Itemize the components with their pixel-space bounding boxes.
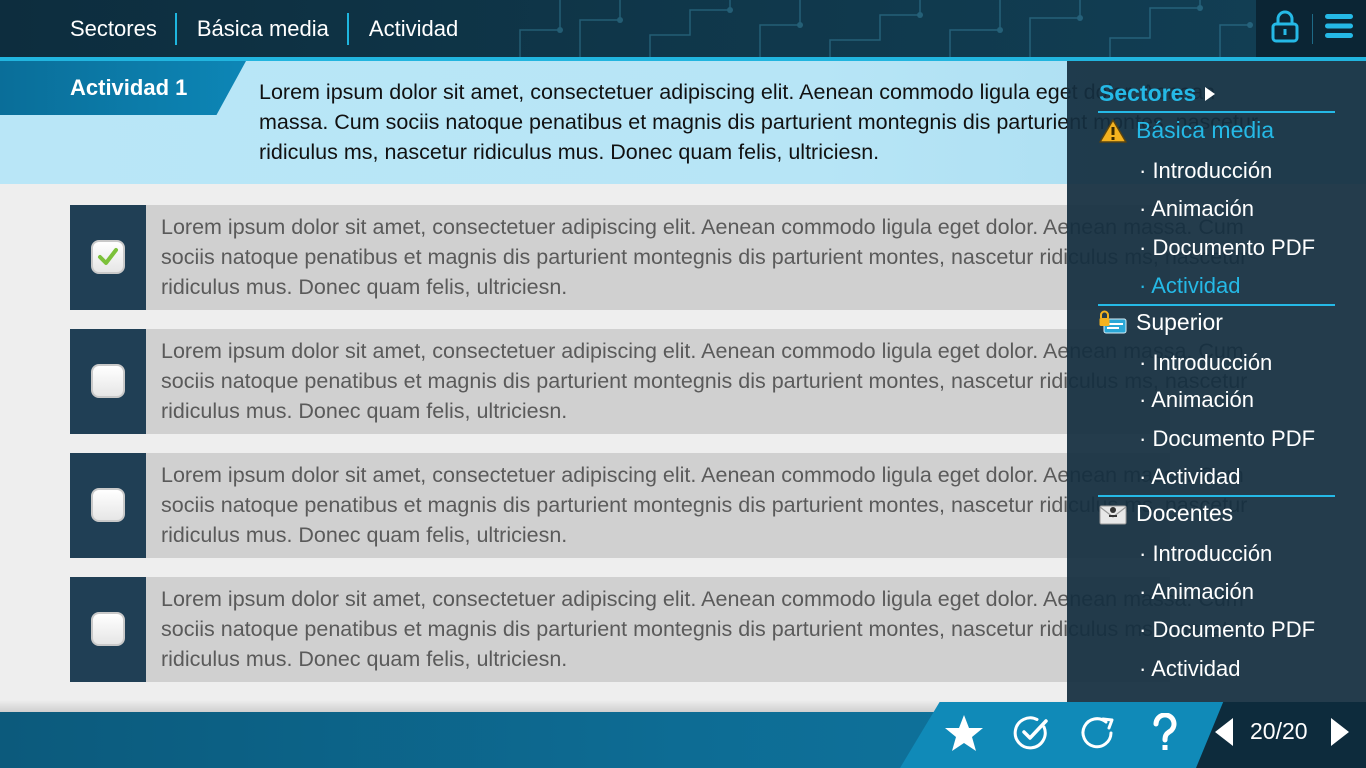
circuit-pattern <box>519 0 1253 57</box>
previous-page-icon[interactable] <box>1212 716 1236 753</box>
divider <box>1311 13 1313 44</box>
menu-item-actividad[interactable]: · Actividad <box>1139 656 1241 682</box>
menu-item-introduccion[interactable]: · Introducción <box>1139 350 1272 376</box>
menu-item-documento-pdf[interactable]: · Documento PDF <box>1139 617 1315 643</box>
top-buttons <box>1256 0 1366 57</box>
breadcrumb-actividad[interactable]: Actividad <box>346 12 476 45</box>
checkbox-column <box>70 577 146 682</box>
option-checkbox[interactable] <box>91 240 125 274</box>
menu-title-label: Sectores <box>1099 80 1197 106</box>
menu-item-introduccion[interactable]: · Introducción <box>1139 158 1272 184</box>
star-icon[interactable] <box>930 708 997 758</box>
answer-option-4[interactable]: Lorem ipsum dolor sit amet, consectetuer… <box>70 577 1247 682</box>
check-icon <box>98 248 118 265</box>
menu-item-actividad[interactable]: · Actividad <box>1139 464 1241 490</box>
menu-title[interactable]: Sectores <box>1099 80 1216 107</box>
checkbox-column <box>70 453 146 558</box>
top-bar: Sectores Básica media Actividad <box>0 0 1366 57</box>
option-checkbox[interactable] <box>91 612 125 646</box>
activity-tag: Actividad 1 <box>0 61 246 115</box>
locked-card-icon <box>1099 310 1127 333</box>
menu-section-label: Docentes <box>1136 500 1234 526</box>
page-count: 20/20 <box>1250 718 1308 744</box>
breadcrumb-basica-media[interactable]: Básica media <box>174 12 347 45</box>
answer-option-2[interactable]: Lorem ipsum dolor sit amet, consectetuer… <box>70 329 1247 434</box>
breadcrumb-sectores[interactable]: Sectores <box>52 13 175 45</box>
checkbox-column <box>70 329 146 434</box>
lock-icon[interactable] <box>1270 9 1300 48</box>
menu-divider <box>1098 495 1335 497</box>
next-page-icon[interactable] <box>1328 716 1352 753</box>
breadcrumb: Sectores Básica media Actividad <box>52 0 476 57</box>
checkbox-column <box>70 205 146 310</box>
answer-option-1[interactable]: Lorem ipsum dolor sit amet, consectetuer… <box>70 205 1247 310</box>
menu-section-basica-media[interactable]: Básica media <box>1098 117 1274 144</box>
menu-icon[interactable] <box>1324 13 1353 44</box>
menu-item-actividad[interactable]: · Actividad <box>1139 273 1241 299</box>
refresh-icon[interactable] <box>1064 708 1131 758</box>
toolbar <box>930 708 1198 758</box>
envelope-icon <box>1099 505 1127 524</box>
menu-divider <box>1098 304 1335 306</box>
menu-item-animacion[interactable]: · Animación <box>1139 579 1254 605</box>
activity-title: Actividad 1 <box>70 75 188 100</box>
menu-section-docentes[interactable]: Docentes <box>1098 500 1233 527</box>
answer-option-3[interactable]: Lorem ipsum dolor sit amet, consectetuer… <box>70 453 1247 558</box>
menu-item-documento-pdf[interactable]: · Documento PDF <box>1139 235 1315 261</box>
menu-divider <box>1098 111 1335 113</box>
menu-section-label: Básica media <box>1136 117 1275 143</box>
help-icon[interactable] <box>1131 708 1198 758</box>
menu-item-introduccion[interactable]: · Introducción <box>1139 541 1272 567</box>
menu-section-label: Superior <box>1136 309 1223 335</box>
menu-item-documento-pdf[interactable]: · Documento PDF <box>1139 426 1315 452</box>
check-circle-icon[interactable] <box>997 708 1064 758</box>
caret-right-icon <box>1205 86 1216 101</box>
menu-item-animacion[interactable]: · Animación <box>1139 196 1254 222</box>
warning-icon <box>1099 118 1127 143</box>
menu-section-superior[interactable]: Superior <box>1098 309 1223 336</box>
option-checkbox[interactable] <box>91 364 125 398</box>
menu-item-animacion[interactable]: · Animación <box>1139 387 1254 413</box>
option-checkbox[interactable] <box>91 488 125 522</box>
